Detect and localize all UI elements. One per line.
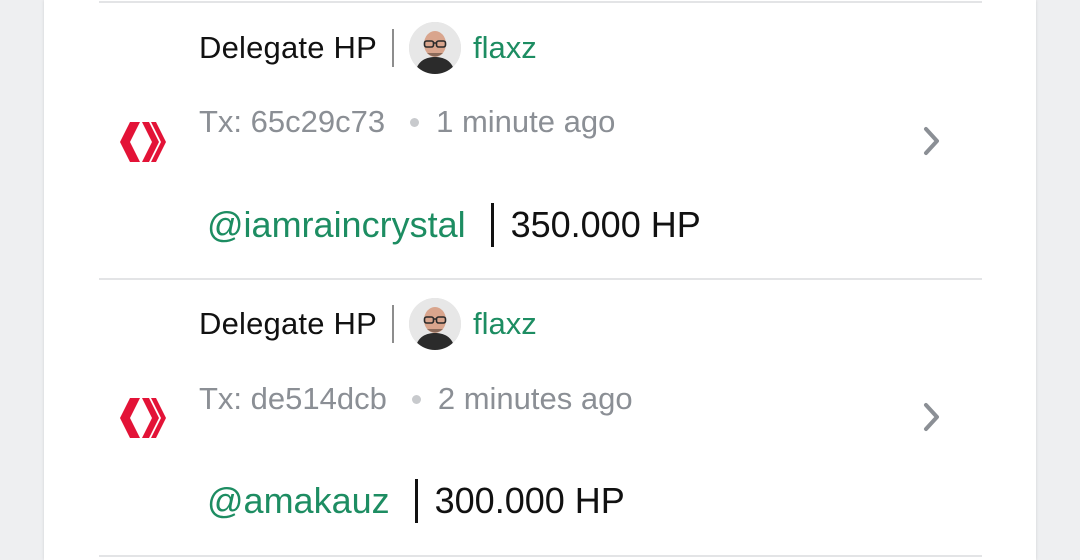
chevron-right-icon[interactable] [918,400,946,434]
avatar-image [408,298,461,350]
separator [391,305,394,343]
separator [414,479,418,523]
operation-line: Delegate HP flaxz [199,298,537,350]
hive-logo-icon [120,122,166,162]
avatar-image [408,22,461,74]
tx-id[interactable]: Tx: de514dcb [199,381,387,417]
chevron-right-icon[interactable] [918,124,946,158]
transaction-row[interactable]: Delegate HP flaxz Tx: 65c29c73 1 minute … [0,3,1080,279]
tx-meta: Tx: 65c29c73 1 minute ago [199,104,615,140]
username-link[interactable]: flaxz [473,306,537,342]
transaction-row[interactable]: Delegate HP flaxz Tx: de514dcb 2 minutes… [0,280,1080,556]
operation-line: Delegate HP flaxz [199,22,537,74]
operation-name: Delegate HP [199,306,377,341]
recipient-link[interactable]: @amakauz [207,480,390,522]
recipient-link[interactable]: @iamraincrystal [207,204,466,246]
separator [391,29,394,67]
separator [490,203,494,247]
avatar[interactable] [408,22,461,74]
amount-value: 350.000 HP [510,204,701,245]
username-link[interactable]: flaxz [473,30,537,66]
tx-meta: Tx: de514dcb 2 minutes ago [199,381,633,417]
operation-name: Delegate HP [199,30,377,65]
hive-logo-icon [120,398,166,438]
dot-separator [411,394,421,404]
tx-id[interactable]: Tx: 65c29c73 [199,104,385,140]
avatar[interactable] [408,298,461,350]
dot-separator [410,117,420,127]
amount-line: @iamraincrystal 350.000 HP [207,199,701,251]
amount-value: 300.000 HP [434,480,625,521]
timestamp: 2 minutes ago [437,381,633,416]
amount-line: @amakauz 300.000 HP [207,475,625,527]
timestamp: 1 minute ago [436,104,616,139]
